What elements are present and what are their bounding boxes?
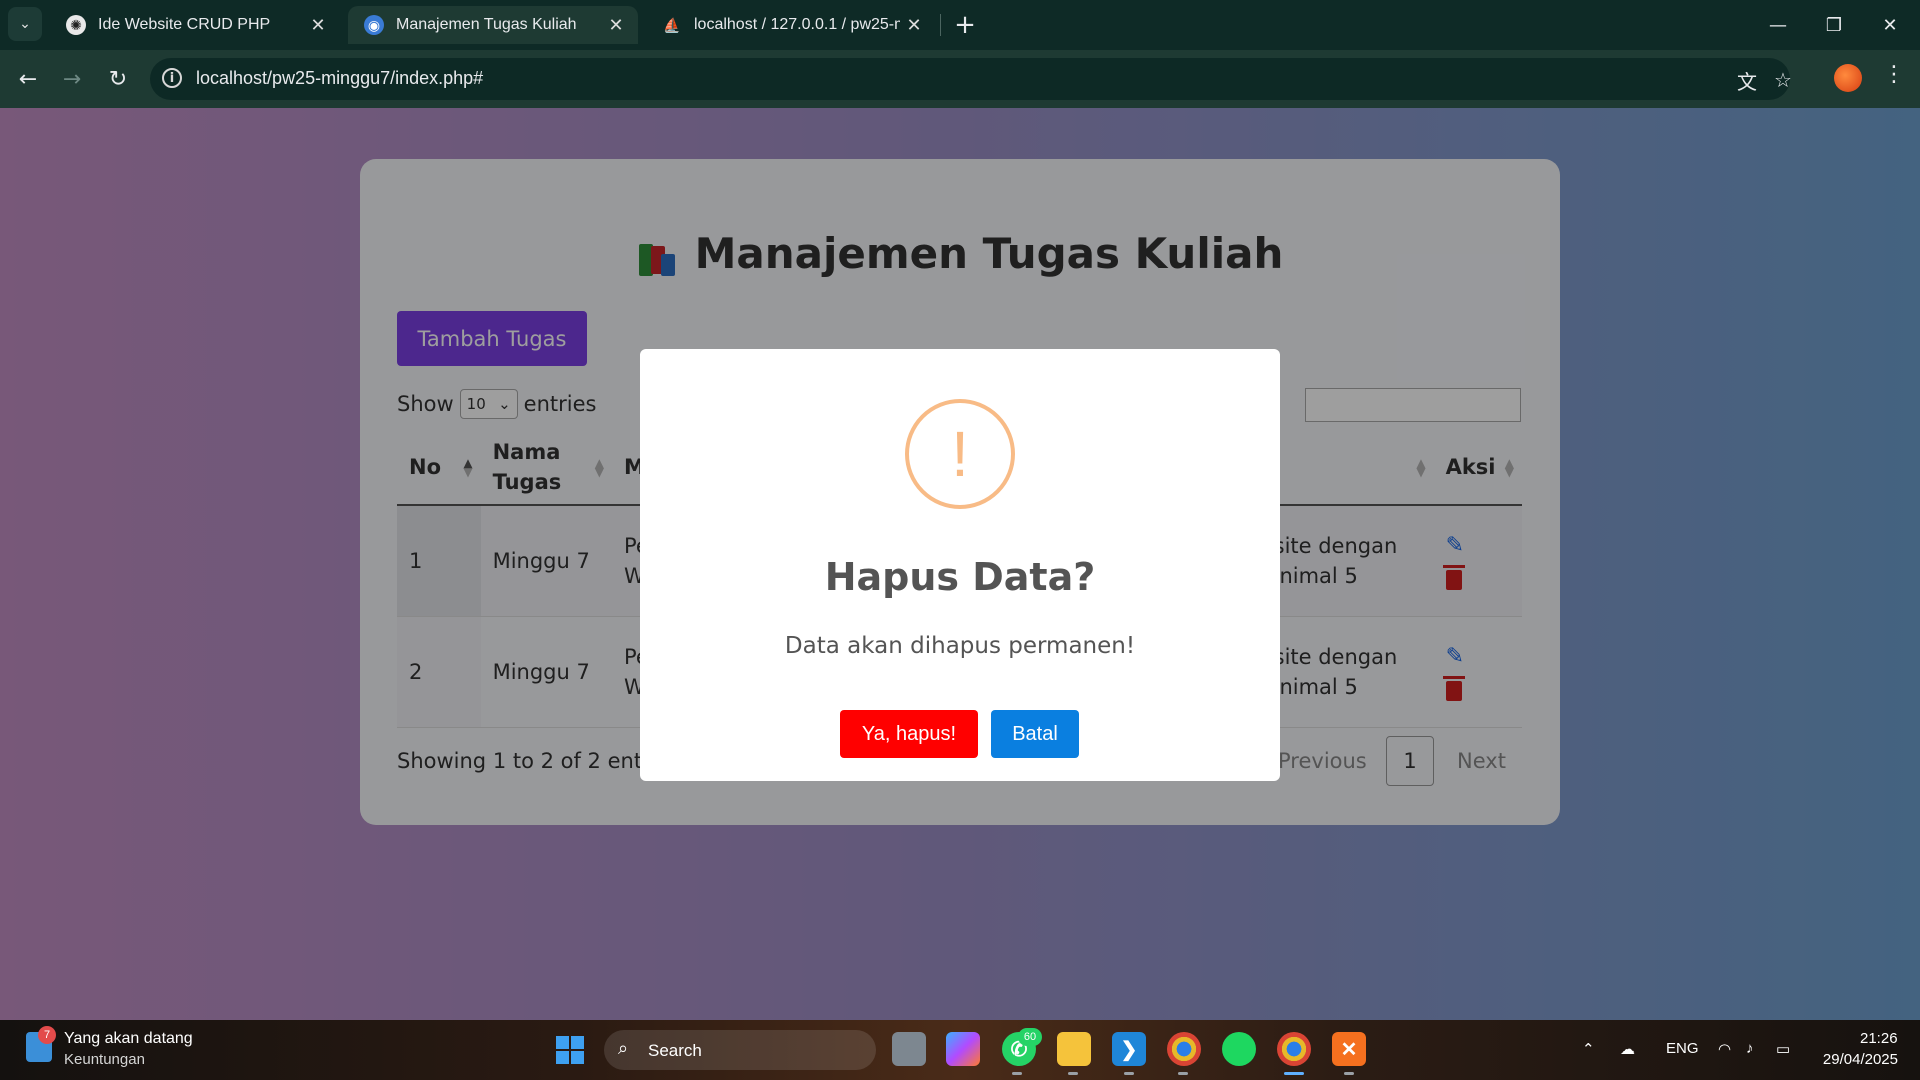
windows-start-icon[interactable] bbox=[556, 1036, 584, 1064]
confirm-delete-button[interactable]: Ya, hapus! bbox=[840, 710, 978, 758]
bookmark-star-icon[interactable]: ☆ bbox=[1770, 67, 1796, 93]
whatsapp-badge: 60 bbox=[1018, 1028, 1042, 1046]
windows-taskbar: 7 Yang akan datang Keuntungan ⌕ Search ✆… bbox=[0, 1020, 1920, 1080]
task-view-icon[interactable] bbox=[892, 1032, 926, 1066]
restore-icon: ❐ bbox=[1825, 14, 1843, 36]
app-running-indicator bbox=[1124, 1072, 1134, 1075]
menu-kebab-icon[interactable]: ⋮ bbox=[1880, 62, 1908, 87]
tab-title: Ide Website CRUD PHP bbox=[98, 16, 271, 33]
tab-ide-website[interactable]: ✺ Ide Website CRUD PHP ✕ bbox=[50, 6, 340, 44]
tab-divider bbox=[940, 14, 941, 36]
tab-search-dropdown[interactable]: ⌄ bbox=[8, 7, 42, 41]
vscode-icon[interactable]: ❯ bbox=[1112, 1032, 1146, 1066]
battery-icon[interactable]: ▭ bbox=[1776, 1040, 1790, 1058]
tab-manajemen-tugas[interactable]: ◉ Manajemen Tugas Kuliah ✕ bbox=[348, 6, 638, 44]
back-button[interactable]: ← bbox=[10, 61, 46, 97]
warning-glyph: ! bbox=[951, 418, 969, 490]
file-explorer-icon[interactable] bbox=[1057, 1032, 1091, 1066]
restore-button[interactable]: ❐ bbox=[1806, 0, 1862, 50]
search-label: Search bbox=[648, 1041, 702, 1060]
tab-title: localhost / 127.0.0.1 / pw25-mi bbox=[694, 16, 900, 33]
cancel-button[interactable]: Batal bbox=[991, 710, 1079, 758]
search-icon: ⌕ bbox=[618, 1038, 629, 1058]
new-tab-button[interactable]: + bbox=[948, 8, 982, 42]
app-active-indicator bbox=[1284, 1072, 1304, 1075]
close-icon: ✕ bbox=[1882, 14, 1898, 36]
reload-icon: ↻ bbox=[108, 66, 128, 92]
weather-badge: 7 bbox=[38, 1026, 56, 1044]
globe-icon: ◉ bbox=[364, 15, 384, 35]
spotify-icon[interactable] bbox=[1222, 1032, 1256, 1066]
app-running-indicator bbox=[1068, 1072, 1078, 1075]
tab-title: Manajemen Tugas Kuliah bbox=[396, 16, 577, 33]
chrome-icon[interactable] bbox=[1167, 1032, 1201, 1066]
widget-title[interactable]: Yang akan datang bbox=[64, 1030, 193, 1048]
tab-bar: ⌄ ✺ Ide Website CRUD PHP ✕ ◉ Manajemen T… bbox=[0, 0, 1920, 50]
plus-icon: + bbox=[954, 10, 976, 40]
clock-date[interactable]: 29/04/2025 bbox=[1818, 1051, 1898, 1068]
close-tab-icon[interactable]: ✕ bbox=[900, 15, 928, 36]
translate-icon[interactable]: 文 bbox=[1734, 67, 1760, 94]
taskbar-search[interactable]: ⌕ Search bbox=[604, 1030, 876, 1070]
profile-avatar[interactable] bbox=[1834, 64, 1862, 92]
dialog-title: Hapus Data? bbox=[824, 555, 1096, 599]
minimize-button[interactable]: — bbox=[1750, 0, 1806, 50]
confirm-delete-dialog: ! Hapus Data? Data akan dihapus permanen… bbox=[640, 349, 1280, 781]
close-tab-icon[interactable]: ✕ bbox=[602, 15, 630, 36]
openai-icon: ✺ bbox=[66, 15, 86, 35]
dialog-message: Data akan dihapus permanen! bbox=[784, 633, 1136, 659]
chevron-up-icon[interactable]: ⌃ bbox=[1582, 1040, 1595, 1058]
site-info-icon[interactable]: i bbox=[162, 68, 182, 88]
close-tab-icon[interactable]: ✕ bbox=[304, 15, 332, 36]
volume-icon[interactable]: ♪ bbox=[1746, 1040, 1754, 1057]
onedrive-cloud-icon[interactable]: ☁ bbox=[1620, 1040, 1635, 1058]
wifi-icon[interactable]: ◠ bbox=[1718, 1040, 1731, 1058]
chevron-down-icon: ⌄ bbox=[19, 16, 31, 32]
app-running-indicator bbox=[1012, 1072, 1022, 1075]
minimize-icon: — bbox=[1769, 14, 1787, 36]
url-text: localhost/pw25-minggu7/index.php# bbox=[196, 68, 484, 88]
address-toolbar: ← → ↻ i localhost/pw25-minggu7/index.php… bbox=[0, 50, 1920, 108]
arrow-left-icon: ← bbox=[18, 66, 38, 92]
xampp-icon[interactable]: ✕ bbox=[1332, 1032, 1366, 1066]
chrome-profile-icon[interactable] bbox=[1277, 1032, 1311, 1066]
page-viewport: Manajemen Tugas Kuliah Tambah Tugas Show… bbox=[0, 108, 1920, 1020]
app-running-indicator bbox=[1178, 1072, 1188, 1075]
tab-phpmyadmin[interactable]: ⛵ localhost / 127.0.0.1 / pw25-mi ✕ bbox=[646, 6, 936, 44]
copilot-icon[interactable] bbox=[946, 1032, 980, 1066]
forward-button[interactable]: → bbox=[54, 61, 90, 97]
widget-subtitle: Keuntungan bbox=[64, 1051, 145, 1068]
phpmyadmin-icon: ⛵ bbox=[663, 16, 681, 33]
close-window-button[interactable]: ✕ bbox=[1862, 0, 1918, 50]
warning-icon: ! bbox=[905, 399, 1015, 509]
language-indicator[interactable]: ENG bbox=[1666, 1040, 1699, 1057]
arrow-right-icon: → bbox=[62, 66, 82, 92]
clock-time[interactable]: 21:26 bbox=[1860, 1030, 1898, 1047]
url-bar[interactable]: i localhost/pw25-minggu7/index.php# 文 ☆ bbox=[150, 58, 1792, 100]
reload-button[interactable]: ↻ bbox=[100, 61, 136, 97]
app-running-indicator bbox=[1344, 1072, 1354, 1075]
